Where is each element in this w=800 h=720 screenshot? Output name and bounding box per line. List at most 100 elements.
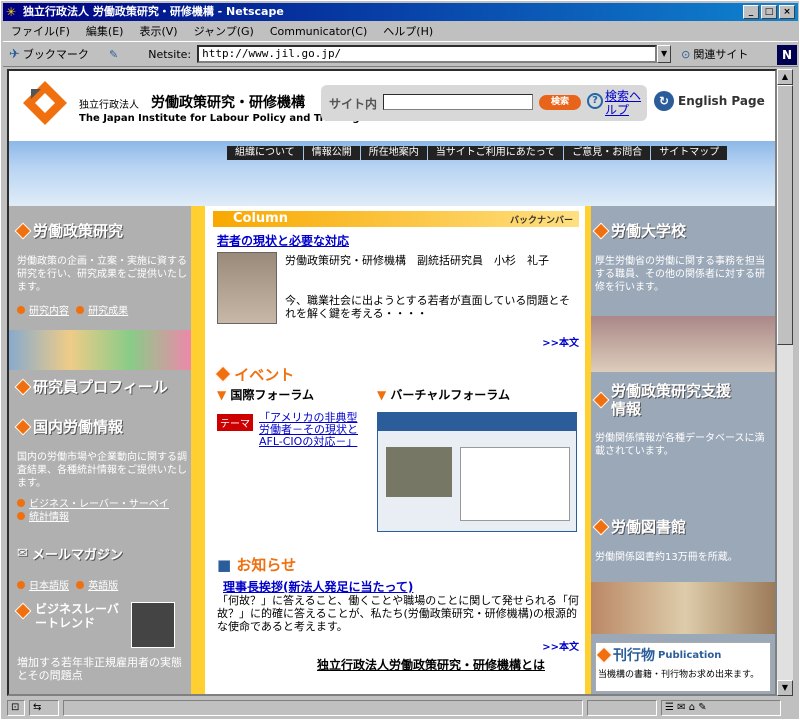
menu-jump[interactable]: ジャンプ(G) [186, 23, 262, 39]
stats-link[interactable]: 統計情報 [29, 512, 69, 523]
org-name-jp: 労働政策研究・研修機構 [151, 95, 305, 111]
library-section: 労働図書館 労働関係図書約13万冊を所蔵。 [592, 516, 771, 564]
menu-help[interactable]: ヘルプ(H) [375, 23, 441, 39]
support-section: 労働政策研究支援情報 労働関係情報が各種データベースに満載されています。 [592, 382, 771, 458]
news-more-link[interactable]: >>本文 [542, 638, 579, 653]
bookmark-button[interactable]: ✈ ブックマーク [3, 46, 103, 62]
location-icon-wrap[interactable]: ✎ [103, 48, 124, 61]
nav-sitemap[interactable]: サイトマップ [651, 146, 728, 160]
bls-link[interactable]: ビジネス・レーバー・サーベイ [29, 499, 169, 510]
blt-cover-image[interactable] [131, 602, 175, 648]
english-arrow-icon: ↻ [654, 91, 674, 111]
publication-title-en: Publication [658, 649, 722, 661]
news-link[interactable]: 理事長挨拶(新法人発足に当たって) [223, 578, 413, 595]
bullet-icon [595, 646, 613, 664]
library-title[interactable]: 労働図書館 [611, 516, 686, 537]
vertical-scrollbar[interactable]: ▲ ▼ [777, 69, 793, 696]
column-author: 労働政策研究・研修機構 副統括研究員 小杉 礼子 [285, 254, 549, 267]
nav-contact[interactable]: ご意見・お問合 [564, 146, 651, 160]
maximize-button[interactable]: □ [761, 5, 777, 19]
college-title[interactable]: 労働大学校 [611, 220, 686, 241]
virtual-forum-image[interactable] [377, 412, 577, 532]
news-icon: ■ [217, 556, 232, 574]
publication-text: 当機構の書籍・刊行物お求め出来ます。 [598, 670, 760, 680]
research-title[interactable]: 労働政策研究 [33, 220, 123, 241]
blt-text: 増加する若年非正規雇用者の実態とその問題点 [17, 656, 182, 682]
profile-section: 研究員プロフィール [14, 376, 187, 397]
netscape-logo: N [777, 45, 797, 65]
nav-terms[interactable]: 当サイトご利用にあたって [427, 146, 564, 160]
english-page-link[interactable]: ↻ English Page [654, 91, 765, 111]
scroll-down-icon[interactable]: ▼ [777, 680, 793, 696]
scroll-thumb[interactable] [777, 85, 793, 345]
nav-access[interactable]: 所在地案内 [360, 146, 427, 160]
nav-disclosure[interactable]: 情報公開 [303, 146, 360, 160]
netscape-icon: ✳ [6, 5, 17, 19]
book-spines-image [9, 330, 191, 370]
search-input[interactable] [383, 94, 533, 110]
close-button[interactable]: × [779, 5, 795, 19]
menu-file[interactable]: ファイル(F) [3, 23, 78, 39]
bullet-icon [592, 518, 610, 535]
search-label: サイト内 [329, 97, 378, 111]
support-title[interactable]: 労働政策研究支援情報 [611, 382, 731, 418]
site-search: サイト内 検索 ? 検索ヘルプ [321, 85, 647, 121]
url-dropdown-icon[interactable]: ▼ [657, 45, 672, 63]
bullet-icon [592, 222, 610, 239]
blt-title[interactable]: ビジネスレーバートレンド [35, 602, 125, 648]
news-heading: ■ お知らせ [217, 556, 297, 574]
search-button[interactable]: 検索 [539, 95, 581, 110]
mailmag-title[interactable]: メールマガジン [32, 544, 123, 563]
menu-view[interactable]: 表示(V) [131, 23, 185, 39]
column-title[interactable]: 若者の現状と必要な対応 [217, 232, 349, 249]
column-header: Column バックナンバー [213, 211, 579, 227]
college-section: 労働大学校 厚生労働省の労働に関する事務を担当する職員、その他の関係者に対する研… [592, 220, 771, 294]
related-label: 関連サイト [693, 48, 749, 61]
backnumber-link[interactable]: バックナンバー [510, 213, 573, 229]
author-photo [217, 252, 277, 324]
blt-section: ビジネスレーバートレンド 増加する若年非正規雇用者の実態とその問題点 [14, 602, 187, 682]
mailmag-section: ✉ メールマガジン 日本語版 英語版 [17, 544, 187, 592]
location-toolbar: ✈ ブックマーク ✎ Netsite: http://www.jil.go.jp… [3, 41, 798, 67]
publication-box[interactable]: 刊行物 Publication 当機構の書籍・刊行物お求め出来ます。 [595, 642, 771, 692]
component-bar[interactable]: ☰ ✉ ⌂ ✎ [661, 700, 781, 716]
url-input[interactable]: http://www.jil.go.jp/ [197, 45, 658, 63]
bookmark-label: ブックマーク [22, 48, 89, 61]
mailmag-ja-link[interactable]: 日本語版 [29, 581, 69, 592]
research-content-link[interactable]: 研究内容 [29, 306, 69, 317]
scroll-up-icon[interactable]: ▲ [777, 69, 793, 85]
search-help-link[interactable]: 検索ヘルプ [605, 89, 649, 117]
progress-cell [587, 700, 657, 716]
research-section: 労働政策研究 労働政策の企画・立案・実施に資する研究を行い、研究成果をご提供いた… [14, 220, 187, 317]
minimize-button[interactable]: _ [743, 5, 759, 19]
location-icon: ✎ [109, 47, 119, 61]
dot-icon [76, 581, 85, 589]
page-viewport: 独立行政法人 労働政策研究・研修機構 The Japan Institute f… [7, 69, 777, 696]
theme-link[interactable]: 「アメリカの非典型労働者－その現状とAFL-CIOの対応－」 [259, 412, 359, 448]
domestic-title[interactable]: 国内労働情報 [33, 416, 123, 437]
left-column: 労働政策研究 労働政策の企画・立案・実施に資する研究を行い、研究成果をご提供いた… [9, 206, 199, 694]
security-icon[interactable]: ⊡ [7, 700, 25, 716]
menu-edit[interactable]: 編集(E) [78, 23, 132, 39]
virtual-forum-heading: ▼ バーチャルフォーラム [377, 388, 510, 402]
mailmag-en-link[interactable]: 英語版 [88, 581, 118, 592]
column-label: Column [233, 211, 288, 226]
bookmark-icon: ✈ [9, 46, 20, 62]
about-link[interactable]: 独立行政法人労働政策研究・研修機構とは [317, 656, 545, 673]
menu-bar: ファイル(F) 編集(E) 表示(V) ジャンプ(G) Communicator… [3, 22, 798, 40]
nav-about[interactable]: 組織について [227, 146, 303, 160]
domestic-text: 国内の労働市場や企業動向に関する調査結果、各種統計情報をご提供いたします。 [17, 452, 187, 489]
browser-window: ✳ 独立行政法人 労働政策研究・研修機構 - Netscape _ □ × ファ… [0, 0, 800, 720]
dot-icon [17, 512, 25, 520]
related-sites-button[interactable]: ⊙ 関連サイト [675, 46, 754, 62]
help-icon[interactable]: ? [587, 93, 603, 109]
library-image [591, 582, 775, 634]
research-results-link[interactable]: 研究成果 [88, 306, 128, 317]
publication-title: 刊行物 [613, 648, 655, 664]
profile-title[interactable]: 研究員プロフィール [33, 376, 168, 397]
column-more-link[interactable]: >>本文 [542, 334, 579, 349]
column-excerpt: 今、職業社会に出ようとする若者が直面している問題とそれを解く鍵を考える・・・・ [285, 294, 571, 320]
menu-communicator[interactable]: Communicator(C) [262, 25, 375, 38]
triangle-icon: ▼ [217, 388, 227, 402]
jil-logo[interactable] [21, 79, 69, 127]
